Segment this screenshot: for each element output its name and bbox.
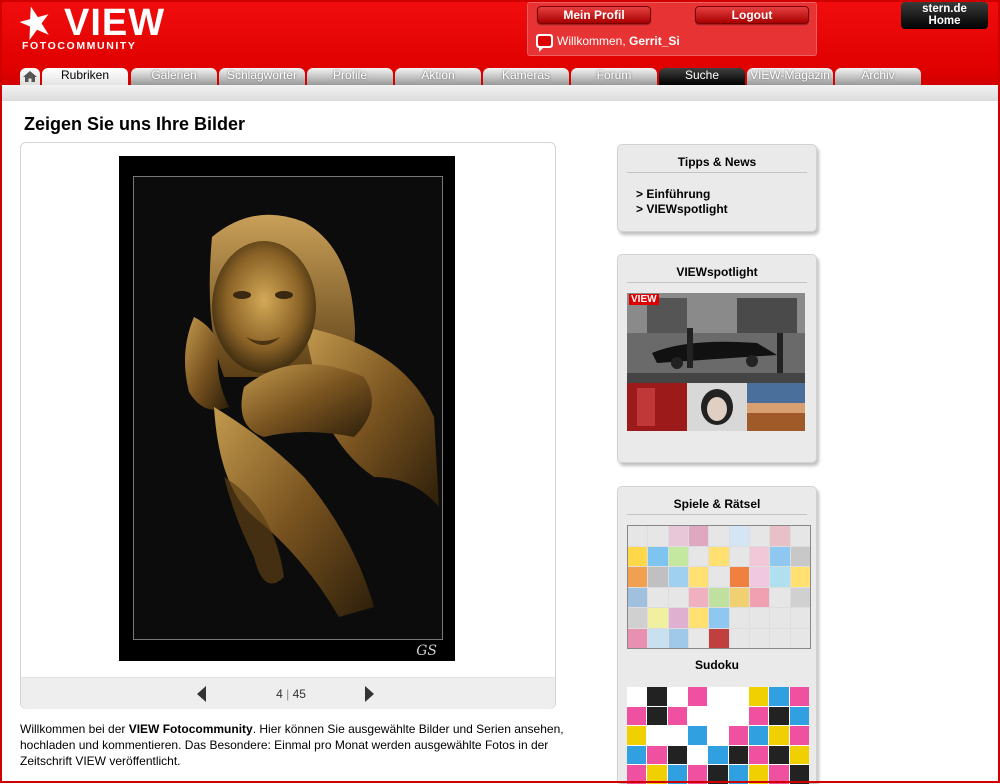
user-box: Mein Profil Logout Willkommen, Gerrit_Si xyxy=(527,2,817,56)
logo-subtitle: FOTOCOMMUNITY xyxy=(22,40,137,52)
tab-kameras[interactable]: Kameras xyxy=(483,68,569,85)
viewspotlight-box: VIEWspotlight VIEW xyxy=(617,254,817,463)
tab-archiv[interactable]: Archiv xyxy=(835,68,921,85)
link-viewspotlight[interactable]: > VIEWspotlight xyxy=(636,202,728,216)
tab-aktion[interactable]: Aktion xyxy=(395,68,481,85)
spiele-raetsel-box: Spiele & Rätsel Sudoku xyxy=(617,486,817,784)
house-icon xyxy=(23,71,37,82)
tab-view-magazin[interactable]: VIEW-Magazin xyxy=(747,68,833,85)
username[interactable]: Gerrit_Si xyxy=(629,34,680,48)
spotlight-collage xyxy=(627,293,805,431)
main-nav: Rubriken Galerien Schlagwörter Profile A… xyxy=(0,68,1000,85)
spotlight-logo: VIEW xyxy=(629,294,659,305)
sudoku-label: Sudoku xyxy=(695,658,739,672)
tab-suche[interactable]: Suche xyxy=(659,68,745,85)
intro-text: Willkommen bei der VIEW Fotocommunity. H… xyxy=(20,721,580,769)
welcome-message: Willkommen, Gerrit_Si xyxy=(536,34,680,52)
puzzle-game-thumbnail[interactable] xyxy=(627,525,811,649)
home-label: Home xyxy=(928,15,961,27)
logout-button[interactable]: Logout xyxy=(695,6,809,24)
next-arrow-icon[interactable] xyxy=(365,686,374,702)
intro-brand: VIEW Fotocommunity xyxy=(128,722,253,736)
tab-rubriken[interactable]: Rubriken xyxy=(42,68,128,85)
previous-arrow-icon[interactable] xyxy=(197,686,206,702)
intro-prefix: Willkommen bei der xyxy=(20,722,129,736)
logo-text: VIEW xyxy=(64,2,166,44)
photo-viewer: GS 4 | 45 xyxy=(20,142,556,709)
photo-pager: 4 | 45 xyxy=(21,677,555,709)
sudoku-thumbnail[interactable] xyxy=(627,687,809,784)
photographer-signature: GS xyxy=(416,643,437,659)
photo-frame xyxy=(133,176,443,640)
featured-photo[interactable]: GS xyxy=(119,156,455,661)
viewspotlight-title: VIEWspotlight xyxy=(627,265,807,283)
page-counter: 4 | 45 xyxy=(261,687,321,701)
sub-navigation-bar xyxy=(0,85,1000,101)
spiele-raetsel-title: Spiele & Rätsel xyxy=(627,497,807,515)
tipps-news-title: Tipps & News xyxy=(627,155,807,173)
welcome-text: Willkommen, xyxy=(557,34,626,48)
view-logo[interactable]: VIEW FOTOCOMMUNITY xyxy=(20,2,180,54)
gold-body-painted-portrait xyxy=(134,177,442,639)
my-profile-button[interactable]: Mein Profil xyxy=(537,6,651,24)
stern-label: stern.de xyxy=(922,3,967,15)
page-current: 4 xyxy=(276,687,283,701)
tab-profile[interactable]: Profile xyxy=(307,68,393,85)
star-icon xyxy=(20,6,49,40)
page-total: 45 xyxy=(292,687,306,701)
tab-forum[interactable]: Forum xyxy=(571,68,657,85)
tipps-news-box: Tipps & News > Einführung > VIEWspotligh… xyxy=(617,144,817,232)
home-tab[interactable] xyxy=(20,68,40,85)
tab-galerien[interactable]: Galerien xyxy=(131,68,217,85)
page-title: Zeigen Sie uns Ihre Bilder xyxy=(24,114,246,134)
speech-bubble-icon xyxy=(536,34,553,52)
link-einfuehrung[interactable]: > Einführung xyxy=(636,187,710,201)
page-separator: | xyxy=(286,687,290,701)
tab-schlagwoerter[interactable]: Schlagwörter xyxy=(219,68,305,85)
stern-home-button[interactable]: stern.de Home xyxy=(901,2,988,29)
spotlight-thumbnail[interactable]: VIEW xyxy=(627,293,805,431)
